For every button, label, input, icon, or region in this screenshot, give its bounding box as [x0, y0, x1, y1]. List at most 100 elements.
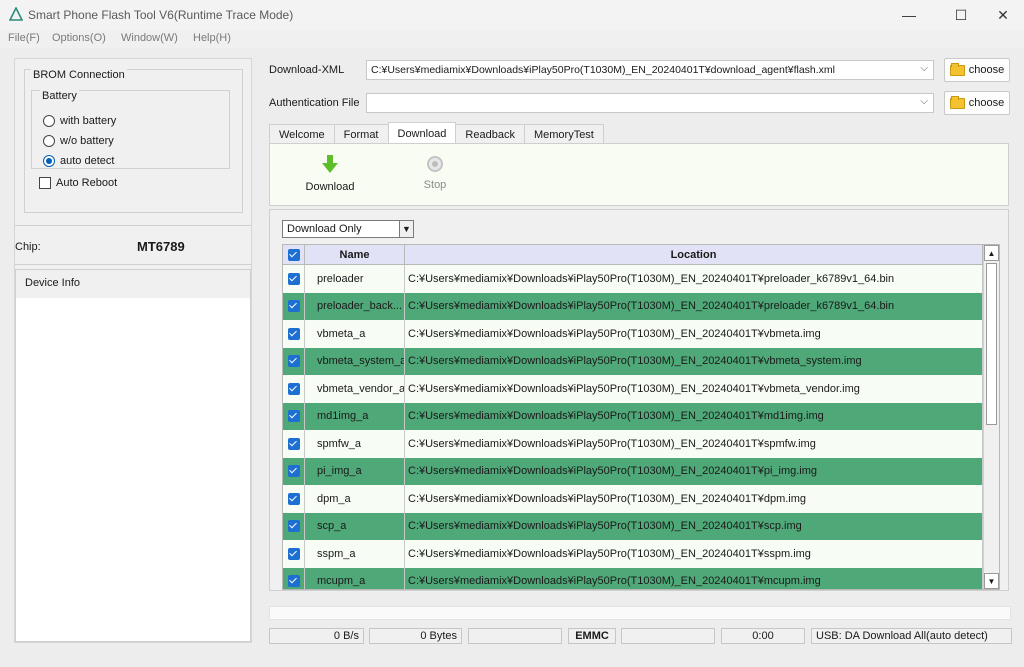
auto-reboot-checkbox[interactable]: Auto Reboot	[39, 177, 117, 189]
row-checkbox[interactable]	[283, 265, 305, 293]
check-icon[interactable]	[287, 492, 300, 505]
table-row[interactable]: dpm_a C:¥Users¥mediamix¥Downloads¥iPlay50…	[283, 485, 983, 513]
row-checkbox[interactable]	[283, 347, 305, 375]
radio-auto-detect[interactable]: auto detect	[43, 155, 114, 167]
check-icon[interactable]	[287, 547, 300, 560]
minimize-button[interactable]: —	[886, 0, 932, 30]
maximize-button[interactable]: ☐	[938, 0, 984, 30]
app-logo-icon	[9, 7, 23, 21]
radio-with-battery[interactable]: with battery	[43, 115, 116, 127]
check-icon[interactable]	[287, 327, 300, 340]
radio-button-selected[interactable]	[43, 155, 55, 167]
status-storage-type: EMMC	[568, 628, 616, 644]
column-header-location[interactable]: Location	[405, 245, 983, 265]
table-row[interactable]: vbmeta_a C:¥Users¥mediamix¥Downloads¥iPla…	[283, 320, 983, 348]
check-icon[interactable]	[287, 249, 300, 261]
status-time: 0:00	[721, 628, 805, 644]
row-location[interactable]: C:¥Users¥mediamix¥Downloads¥iPlay50Pro(T…	[405, 375, 983, 403]
menu-window[interactable]: Window(W)	[121, 32, 178, 44]
check-icon[interactable]	[287, 272, 300, 285]
table-row[interactable]: pi_img_a C:¥Users¥mediamix¥Downloads¥iPla…	[283, 457, 983, 485]
check-icon[interactable]	[287, 300, 300, 313]
row-checkbox[interactable]	[283, 485, 305, 513]
row-checkbox[interactable]	[283, 457, 305, 485]
stop-button[interactable]: Stop	[405, 154, 465, 191]
row-checkbox[interactable]	[283, 540, 305, 568]
menu-file[interactable]: File(F)	[8, 32, 40, 44]
choose-xml-button[interactable]: choose	[944, 58, 1010, 82]
check-icon[interactable]	[287, 465, 300, 478]
check-icon[interactable]	[287, 410, 300, 423]
auth-file-combo[interactable]: ⌵	[366, 93, 934, 113]
device-info-title: Device Info	[25, 277, 81, 289]
radio-button[interactable]	[43, 115, 55, 127]
auto-reboot-label: Auto Reboot	[56, 177, 118, 189]
table-row[interactable]: mcupm_a C:¥Users¥mediamix¥Downloads¥iPlay…	[283, 567, 983, 589]
row-location[interactable]: C:¥Users¥mediamix¥Downloads¥iPlay50Pro(T…	[405, 485, 983, 513]
scroll-thumb[interactable]	[986, 263, 997, 425]
menu-options[interactable]: Options(O)	[52, 32, 106, 44]
chevron-down-icon[interactable]: ⌵	[920, 96, 928, 107]
row-checkbox[interactable]	[283, 512, 305, 540]
row-name: pi_img_a	[305, 457, 405, 485]
tab-welcome[interactable]: Welcome	[269, 124, 335, 144]
download-xml-combo[interactable]: C:¥Users¥mediamix¥Downloads¥iPlay50Pro(T…	[366, 60, 934, 80]
download-xml-value: C:¥Users¥mediamix¥Downloads¥iPlay50Pro(T…	[371, 64, 836, 76]
vertical-scrollbar[interactable]: ▲ ▼	[983, 245, 999, 589]
row-checkbox[interactable]	[283, 567, 305, 589]
check-icon[interactable]	[287, 520, 300, 533]
row-location[interactable]: C:¥Users¥mediamix¥Downloads¥iPlay50Pro(T…	[405, 512, 983, 540]
row-location[interactable]: C:¥Users¥mediamix¥Downloads¥iPlay50Pro(T…	[405, 292, 983, 320]
row-location[interactable]: C:¥Users¥mediamix¥Downloads¥iPlay50Pro(T…	[405, 567, 983, 589]
row-location[interactable]: C:¥Users¥mediamix¥Downloads¥iPlay50Pro(T…	[405, 402, 983, 430]
check-icon[interactable]	[287, 355, 300, 368]
table-row[interactable]: preloader C:¥Users¥mediamix¥Downloads¥iPl…	[283, 265, 983, 293]
download-button[interactable]: Download	[300, 154, 360, 193]
row-name: preloader	[305, 265, 405, 293]
row-location[interactable]: C:¥Users¥mediamix¥Downloads¥iPlay50Pro(T…	[405, 347, 983, 375]
table-row[interactable]: vbmeta_system_a C:¥Users¥mediamix¥Downloa…	[283, 347, 983, 375]
table-row[interactable]: spmfw_a C:¥Users¥mediamix¥Downloads¥iPlay…	[283, 430, 983, 458]
column-header-name[interactable]: Name	[305, 245, 405, 265]
tab-download[interactable]: Download	[387, 122, 457, 144]
separator	[15, 225, 251, 226]
table-row[interactable]: md1img_a C:¥Users¥mediamix¥Downloads¥iPla…	[283, 402, 983, 430]
row-location[interactable]: C:¥Users¥mediamix¥Downloads¥iPlay50Pro(T…	[405, 320, 983, 348]
select-all-checkbox[interactable]	[283, 245, 305, 265]
check-icon[interactable]	[287, 382, 300, 395]
check-icon[interactable]	[287, 437, 300, 450]
table-row[interactable]: sspm_a C:¥Users¥mediamix¥Downloads¥iPlay5…	[283, 540, 983, 568]
menu-help[interactable]: Help(H)	[193, 32, 231, 44]
row-checkbox[interactable]	[283, 402, 305, 430]
table-row[interactable]: preloader_back... C:¥Users¥mediamix¥Downl…	[283, 292, 983, 320]
chevron-down-icon[interactable]: ⌵	[920, 63, 928, 74]
choose-label: choose	[968, 97, 1005, 109]
close-button[interactable]: ✕	[980, 0, 1024, 30]
row-checkbox[interactable]	[283, 320, 305, 348]
radio-without-battery[interactable]: w/o battery	[43, 135, 114, 147]
download-mode-select[interactable]: Download Only ▼	[282, 220, 414, 238]
row-location[interactable]: C:¥Users¥mediamix¥Downloads¥iPlay50Pro(T…	[405, 265, 983, 293]
radio-button[interactable]	[43, 135, 55, 147]
status-bytes: 0 Bytes	[369, 628, 462, 644]
tab-memorytest[interactable]: MemoryTest	[523, 124, 604, 144]
table-row[interactable]: vbmeta_vendor_a C:¥Users¥mediamix¥Downloa…	[283, 375, 983, 403]
checkbox[interactable]	[39, 177, 51, 189]
row-location[interactable]: C:¥Users¥mediamix¥Downloads¥iPlay50Pro(T…	[405, 540, 983, 568]
row-checkbox[interactable]	[283, 292, 305, 320]
row-location[interactable]: C:¥Users¥mediamix¥Downloads¥iPlay50Pro(T…	[405, 457, 983, 485]
row-name: vbmeta_vendor_a	[305, 375, 405, 403]
table-row[interactable]: scp_a C:¥Users¥mediamix¥Downloads¥iPlay50…	[283, 512, 983, 540]
row-checkbox[interactable]	[283, 430, 305, 458]
scroll-down-arrow-icon[interactable]: ▼	[984, 573, 999, 589]
battery-title: Battery	[40, 90, 79, 102]
auth-file-label: Authentication File	[269, 97, 360, 109]
choose-auth-button[interactable]: choose	[944, 91, 1010, 115]
tab-format[interactable]: Format	[333, 124, 389, 144]
row-location[interactable]: C:¥Users¥mediamix¥Downloads¥iPlay50Pro(T…	[405, 430, 983, 458]
check-icon[interactable]	[287, 575, 300, 588]
scroll-up-arrow-icon[interactable]: ▲	[984, 245, 999, 261]
row-checkbox[interactable]	[283, 375, 305, 403]
tab-readback[interactable]: Readback	[455, 124, 525, 144]
dropdown-arrow-icon[interactable]: ▼	[399, 221, 413, 237]
